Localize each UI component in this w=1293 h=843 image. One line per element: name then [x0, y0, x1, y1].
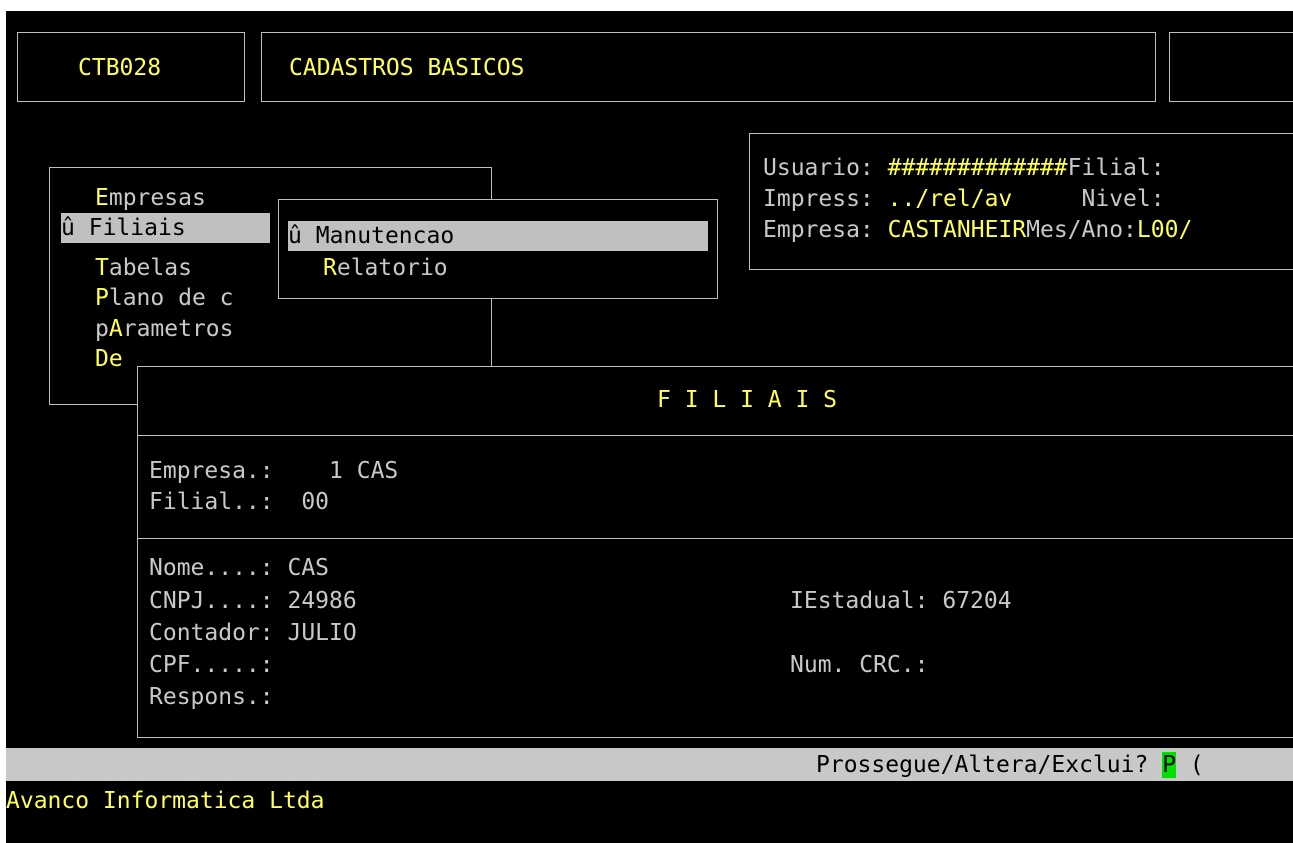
- menu-item-de[interactable]: De: [95, 344, 123, 374]
- cnpj-row: CNPJ....: 24986: [149, 588, 357, 614]
- crc-row: Num. CRC.:: [790, 652, 929, 678]
- menu-item-plano[interactable]: Plano de c: [95, 283, 233, 313]
- contador-row: Contador: JULIO: [149, 620, 357, 646]
- form-title: F I L I A I S: [657, 387, 838, 413]
- module-title: CADASTROS BASICOS: [289, 55, 525, 81]
- terminal-screen: CTB028 CADASTROS BASICOS Empresas û Fili…: [6, 11, 1293, 843]
- empresa-row: Empresa.: 1 CAS: [149, 458, 399, 484]
- form-title-divider: [138, 435, 1293, 436]
- submenu-item-manutencao[interactable]: û Manutencao: [288, 221, 708, 251]
- status-prompt: Prossegue/Altera/Exclui? P (: [816, 752, 1204, 778]
- status-input[interactable]: P: [1162, 752, 1177, 778]
- info-line-impress: Impress: ../rel/av Nivel:: [763, 186, 1165, 212]
- footer-company: Avanco Informatica Ltda: [6, 788, 325, 814]
- nome-row: Nome....: CAS: [149, 555, 330, 581]
- menu-item-filiais[interactable]: û Filiais: [61, 213, 270, 243]
- form-window: [137, 366, 1293, 738]
- respons-row: Respons.:: [149, 684, 274, 710]
- submenu-item-relatorio[interactable]: Relatorio: [323, 253, 448, 283]
- menu-item-empresas[interactable]: Empresas: [95, 183, 206, 213]
- form-key-divider: [138, 538, 1293, 539]
- cpf-row: CPF.....:: [149, 652, 274, 678]
- info-line-usuario: Usuario: #############Filial:: [763, 155, 1165, 181]
- menu-item-parametros[interactable]: pArametros: [95, 314, 234, 344]
- ie-row: IEstadual: 67204: [790, 588, 1012, 614]
- info-line-empresa: Empresa: CASTANHEIRMes/Ano:L00/: [763, 217, 1193, 243]
- header-right-box: [1169, 32, 1293, 102]
- program-code: CTB028: [78, 55, 162, 81]
- filial-row: Filial..: 00: [149, 489, 330, 515]
- menu-item-tabelas[interactable]: Tabelas: [95, 253, 192, 283]
